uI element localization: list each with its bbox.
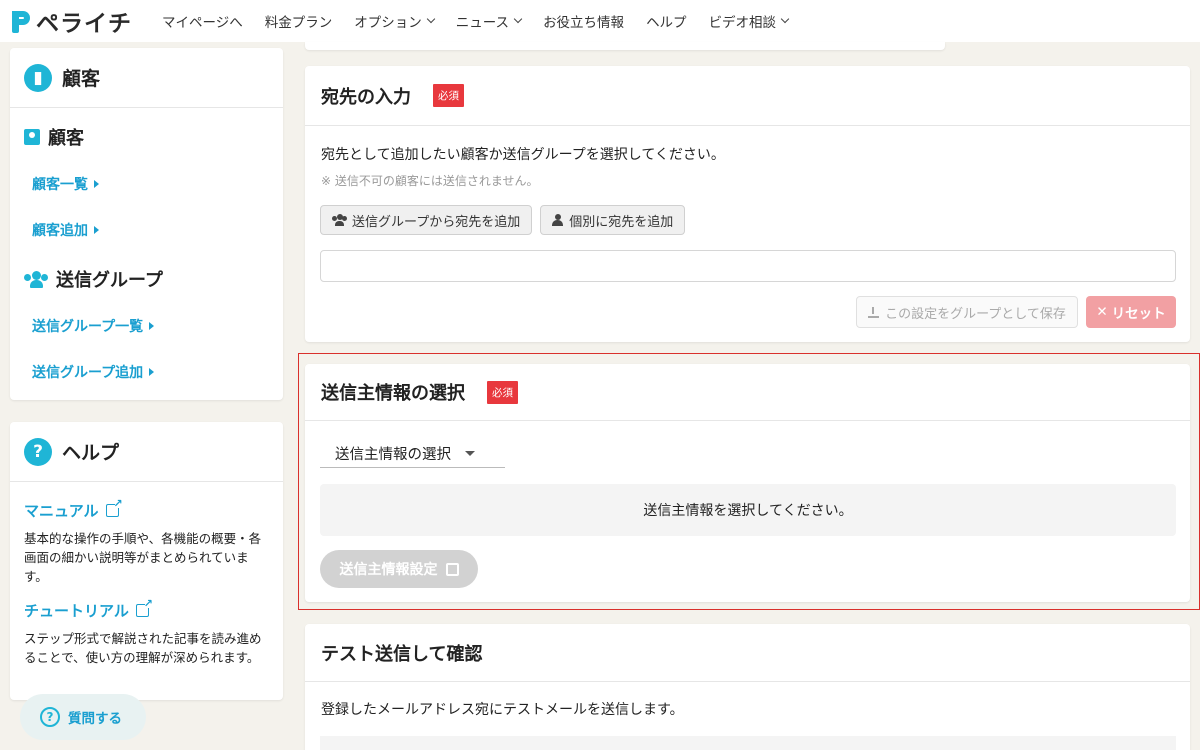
- chevron-down-icon: [426, 14, 435, 24]
- add-individual-button[interactable]: 個別に宛先を追加: [540, 205, 686, 235]
- add-from-group-label: 送信グループから宛先を追加: [352, 214, 521, 230]
- customer-card-header: ▮ 顧客: [10, 48, 283, 108]
- save-as-group-button[interactable]: この設定をグループとして保存: [856, 296, 1078, 328]
- group-section-title: 送信グループ: [10, 266, 283, 292]
- help-link-label: チュートリアル: [24, 602, 129, 620]
- recipient-input[interactable]: [320, 250, 1176, 282]
- contact-book-icon: ▮: [24, 63, 52, 92]
- nav-item-label: ビデオ相談: [708, 15, 777, 31]
- caret-right-icon: [94, 226, 99, 234]
- top-navigation: ペライチ マイページへ 料金プラン オプション ニュース お役立ち情報 ヘルプ …: [0, 0, 1200, 42]
- nav-item-label: オプション: [354, 15, 422, 31]
- question-icon: ?: [40, 707, 60, 727]
- group-section-label: 送信グループ: [56, 270, 163, 291]
- nav-item-news[interactable]: ニュース: [455, 11, 523, 31]
- test-send-description: 登録したメールアドレス宛にテストメールを送信します。: [321, 702, 684, 718]
- question-circle-icon: ?: [24, 437, 52, 466]
- help-card-title: ヘルプ: [62, 442, 120, 464]
- caret-right-icon: [94, 180, 99, 188]
- customer-section-label: 顧客: [48, 128, 84, 149]
- sidebar-link-group-list[interactable]: 送信グループ一覧: [10, 316, 283, 336]
- test-send-panel: [320, 736, 1176, 750]
- help-card-header: ? ヘルプ: [10, 422, 283, 482]
- recipient-card: 宛先の入力 必須 宛先として追加したい顧客か送信グループを選択してください。 ※…: [305, 66, 1190, 342]
- recipient-add-buttons: 送信グループから宛先を追加 個別に宛先を追加: [320, 205, 686, 235]
- nav-item-mypage[interactable]: マイページへ: [162, 11, 243, 31]
- nav-item-options[interactable]: オプション: [354, 11, 435, 31]
- sidebar-link-label: 送信グループ追加: [32, 365, 144, 381]
- external-link-icon: [105, 497, 123, 517]
- nav-item-label: マイページへ: [162, 15, 243, 31]
- previous-card-edge: [305, 42, 945, 50]
- highlight-frame: [298, 353, 1200, 610]
- sidebar-link-customer-add[interactable]: 顧客追加: [10, 220, 283, 240]
- recipient-note: ※ 送信不可の顧客には送信されません。: [321, 174, 539, 188]
- logo-icon: [10, 8, 32, 34]
- nav-item-label: ヘルプ: [646, 15, 687, 31]
- nav-item-tips[interactable]: お役立ち情報: [543, 11, 624, 31]
- nav-item-pricing[interactable]: 料金プラン: [265, 11, 333, 31]
- add-individual-label: 個別に宛先を追加: [569, 214, 674, 230]
- nav-item-label: ニュース: [455, 15, 510, 31]
- help-sidebar-card: ? ヘルプ マニュアル 基本的な操作の手順や、各機能の概要・各画面の細かい説明等…: [10, 422, 283, 700]
- logo[interactable]: ペライチ: [10, 4, 150, 38]
- nav-item-label: お役立ち情報: [543, 15, 625, 31]
- customer-section-title: 顧客: [10, 124, 283, 150]
- help-link-label: マニュアル: [24, 502, 99, 520]
- test-send-card-header: テスト送信して確認: [305, 624, 1190, 682]
- customer-sidebar-card: ▮ 顧客 顧客 顧客一覧 顧客追加 送信グループ 送信グループ一覧 送信グループ…: [10, 48, 283, 400]
- chevron-down-icon: [513, 14, 523, 24]
- user-icon: [552, 214, 564, 226]
- help-tutorial-description: ステップ形式で解説された記事を読み進めることで、使い方の理解が深められます。: [24, 631, 262, 665]
- sidebar-link-label: 顧客追加: [32, 223, 88, 239]
- test-send-card: テスト送信して確認 登録したメールアドレス宛にテストメールを送信します。: [305, 624, 1190, 750]
- download-icon: [868, 306, 880, 318]
- help-link-tutorial[interactable]: チュートリアル: [10, 597, 283, 621]
- caret-right-icon: [149, 322, 155, 330]
- nav-item-help[interactable]: ヘルプ: [646, 11, 687, 31]
- recipient-title: 宛先の入力: [321, 86, 411, 108]
- save-as-group-label: この設定をグループとして保存: [885, 306, 1066, 322]
- add-from-group-button[interactable]: 送信グループから宛先を追加: [320, 205, 533, 235]
- sidebar-link-group-add[interactable]: 送信グループ追加: [10, 362, 283, 382]
- reset-label: リセット: [1111, 306, 1166, 322]
- reset-button[interactable]: ✕ リセット: [1086, 296, 1176, 328]
- contact-icon: [24, 129, 40, 145]
- caret-right-icon: [149, 368, 155, 376]
- help-manual-description: 基本的な操作の手順や、各機能の概要・各画面の細かい説明等がまとめられています。: [24, 531, 262, 584]
- nav-item-label: 料金プラン: [264, 15, 333, 31]
- users-icon: [24, 271, 48, 288]
- nav-item-video-consult[interactable]: ビデオ相談: [708, 11, 790, 31]
- sidebar-link-customer-list[interactable]: 顧客一覧: [10, 174, 283, 194]
- users-icon: [332, 214, 347, 226]
- close-icon: ✕: [1096, 304, 1108, 320]
- test-send-title: テスト送信して確認: [321, 643, 483, 665]
- sidebar-link-label: 送信グループ一覧: [32, 319, 144, 335]
- required-badge: 必須: [433, 84, 464, 107]
- external-link-icon: [135, 597, 153, 617]
- recipient-card-header: 宛先の入力 必須: [305, 66, 1190, 126]
- sidebar-link-label: 顧客一覧: [32, 177, 88, 193]
- ask-question-label: 質問する: [68, 711, 122, 727]
- recipient-instruction: 宛先として追加したい顧客か送信グループを選択してください。: [321, 147, 725, 163]
- customer-card-title: 顧客: [62, 68, 101, 90]
- nav-items: マイページへ 料金プラン オプション ニュース お役立ち情報 ヘルプ ビデオ相談: [162, 11, 810, 31]
- chevron-down-icon: [780, 14, 790, 24]
- logo-text: ペライチ: [36, 11, 132, 37]
- ask-question-button[interactable]: ? 質問する: [20, 694, 146, 740]
- help-link-manual[interactable]: マニュアル: [10, 497, 283, 521]
